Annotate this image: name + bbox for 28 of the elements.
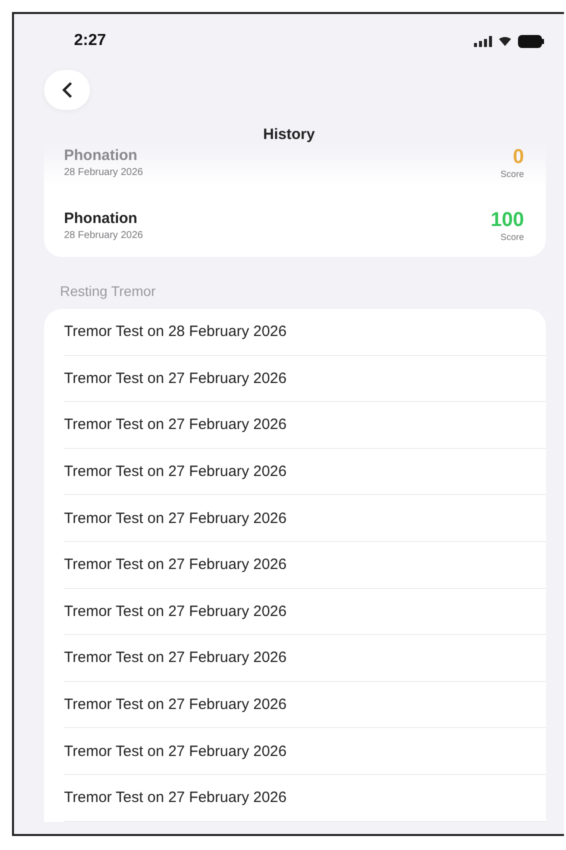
phonation-row[interactable]: Phonation 28 February 2026 100 Score bbox=[44, 199, 546, 257]
tremor-test-item[interactable]: Tremor Test on 27 February 2026 bbox=[64, 495, 546, 542]
tremor-test-item[interactable]: Tremor Test on 28 February 2026 bbox=[64, 309, 546, 356]
score-value: 100 bbox=[490, 208, 524, 232]
back-icon bbox=[61, 82, 73, 98]
test-date: 28 February 2026 bbox=[64, 166, 143, 178]
tremor-test-item[interactable]: Tremor Test on 27 February 2026 bbox=[64, 588, 546, 636]
score-value: 0 bbox=[512, 146, 524, 168]
tremor-test-item[interactable]: Tremor Test on 27 February 2026 bbox=[64, 774, 546, 822]
battery-icon bbox=[518, 34, 544, 48]
score-label: Score bbox=[500, 232, 524, 242]
tremor-test-item[interactable]: Tremor Test on 27 February 2026 bbox=[64, 356, 546, 402]
test-date: 28 February 2026 bbox=[64, 230, 143, 240]
tremor-test-item[interactable]: Tremor Test on 27 February 2026 bbox=[64, 402, 546, 449]
test-name: Phonation bbox=[64, 146, 138, 164]
status-time: 2:27 bbox=[74, 32, 106, 50]
tremor-test-item[interactable]: Tremor Test on 27 February 2026 bbox=[64, 448, 546, 496]
tremor-test-item[interactable]: Tremor Test on 27 February 2026 bbox=[64, 682, 546, 728]
screen-title: History bbox=[262, 126, 316, 143]
section-heading: Resting Tremor bbox=[59, 282, 157, 301]
tremor-test-item[interactable]: Tremor Test on 27 February 2026 bbox=[64, 728, 546, 775]
back-button[interactable] bbox=[44, 70, 90, 110]
score-label: Score bbox=[500, 168, 524, 178]
signal-icon bbox=[474, 36, 492, 46]
tremor-test-item[interactable]: Tremor Test on 27 February 2026 bbox=[64, 635, 546, 682]
wifi-icon bbox=[499, 36, 511, 46]
test-name: Phonation bbox=[64, 210, 138, 226]
tremor-test-item[interactable]: Tremor Test on 27 February 2026 bbox=[64, 542, 546, 589]
